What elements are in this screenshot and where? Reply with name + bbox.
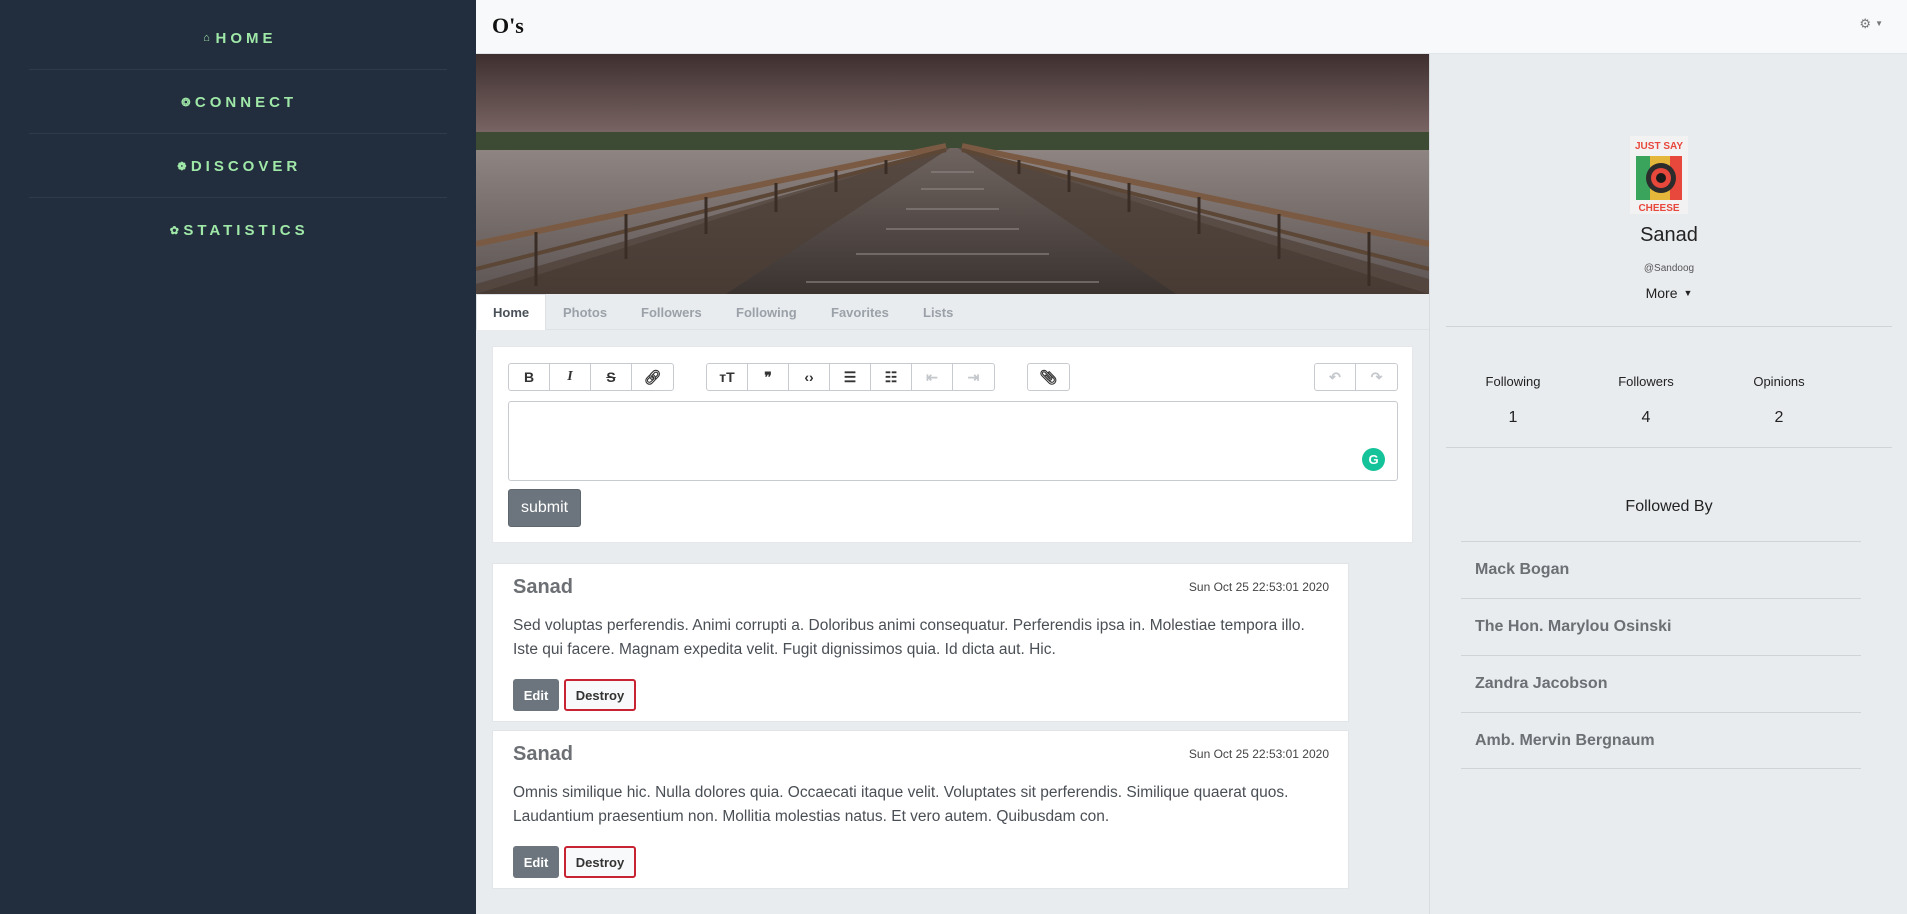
redo-button[interactable]: ↷ [1356, 364, 1397, 390]
bullet-list-button[interactable]: ☰ [830, 364, 871, 390]
profile-tabs: Home Photos Followers Following Favorite… [476, 294, 1429, 330]
bold-button[interactable]: B [509, 364, 550, 390]
statistics-icon: ✿ [169, 225, 179, 237]
edit-button[interactable]: Edit [513, 846, 559, 878]
edit-button[interactable]: Edit [513, 679, 559, 711]
submit-button[interactable]: submit [508, 489, 581, 527]
sidebar-item-label: STATISTICS [183, 222, 309, 239]
heading-button[interactable]: тT [707, 364, 748, 390]
tab-lists[interactable]: Lists [923, 294, 953, 330]
more-dropdown[interactable]: More ▼ [1430, 285, 1907, 301]
bullet-list-icon: ☰ [843, 368, 857, 385]
profile-panel: JUST SAY CHEESE Sanad @Sandoog More ▼ Fol… [1429, 54, 1907, 914]
grammarly-icon[interactable]: G [1362, 448, 1385, 471]
discover-icon: ❁ [177, 160, 187, 173]
stat-label: Following [1485, 374, 1541, 389]
home-icon: ⌂ [203, 32, 210, 44]
post-date: Sun Oct 25 22:53:01 2020 [1188, 580, 1329, 594]
top-navbar: O's ⚙ ▼ [476, 0, 1907, 54]
code-button[interactable]: ‹› [789, 364, 830, 390]
code-icon: ‹› [804, 369, 814, 385]
outdent-icon: ⇤ [926, 368, 938, 385]
heading-icon: тT [719, 369, 735, 385]
post-card: Sanad Sun Oct 25 22:53:01 2020 Omnis sim… [492, 730, 1349, 889]
post-textarea[interactable]: G [508, 401, 1398, 481]
sidebar-item-discover[interactable]: ❁ DISCOVER [29, 135, 447, 198]
stat-following[interactable]: Following 1 [1447, 374, 1579, 427]
avatar-text-top: JUST SAY [1635, 141, 1683, 152]
quote-button[interactable]: ❞ [748, 364, 789, 390]
more-label: More [1645, 285, 1678, 301]
tab-following[interactable]: Following [736, 294, 797, 330]
tab-home[interactable]: Home [476, 294, 547, 330]
sidebar-item-statistics[interactable]: ✿ STATISTICS [29, 199, 447, 262]
paperclip-icon: 📎︎ [1039, 368, 1058, 385]
attach-toolbar-group: 📎︎ [1027, 363, 1070, 391]
avatar: JUST SAY CHEESE [1630, 136, 1688, 214]
follower-item[interactable]: Zandra Jacobson [1461, 655, 1861, 712]
post-editor: B I S 🔗︎ тT ❞ ‹› ☰ ☷ ⇤ ⇥ 📎︎ ↶ ↷ G submit [492, 346, 1413, 543]
sidebar: ⌂ HOME ❂ CONNECT ❁ DISCOVER ✿ STATISTICS [0, 0, 476, 914]
post-body: Sed voluptas perferendis. Animi corrupti… [513, 617, 1305, 658]
post-author[interactable]: Sanad [513, 743, 573, 766]
link-icon: 🔗︎ [643, 368, 662, 385]
cover-photo [476, 54, 1429, 294]
sidebar-item-label: DISCOVER [190, 157, 302, 175]
tab-photos[interactable]: Photos [563, 294, 607, 330]
format-toolbar-group: B I S 🔗︎ [508, 363, 674, 391]
strikethrough-button[interactable]: S [591, 364, 632, 390]
connect-icon: ❂ [181, 96, 191, 109]
link-button[interactable]: 🔗︎ [632, 364, 673, 390]
sidebar-item-connect[interactable]: ❂ CONNECT [29, 71, 447, 134]
tab-followers[interactable]: Followers [641, 294, 702, 330]
stat-label: Followers [1618, 374, 1674, 389]
stat-label: Opinions [1753, 374, 1805, 389]
outdent-button[interactable]: ⇤ [912, 364, 953, 390]
destroy-button[interactable]: Destroy [564, 846, 636, 878]
post-card: Sanad Sun Oct 25 22:53:01 2020 Sed volup… [492, 563, 1349, 722]
stat-opinions[interactable]: Opinions 2 [1713, 374, 1845, 427]
follower-item[interactable]: Amb. Mervin Bergnaum [1461, 712, 1861, 769]
stat-followers[interactable]: Followers 4 [1580, 374, 1712, 427]
post-body: Omnis similique hic. Nulla dolores quia.… [513, 784, 1289, 825]
caret-down-icon: ▼ [1875, 19, 1883, 28]
sidebar-item-label: HOME [215, 29, 277, 47]
profile-handle: @Sandoog [1643, 263, 1695, 274]
italic-button[interactable]: I [550, 364, 591, 390]
followed-by-title: Followed By [1625, 498, 1713, 515]
follower-item[interactable]: Mack Bogan [1461, 541, 1861, 598]
bridge-image [476, 54, 1429, 294]
gear-icon: ⚙ [1859, 16, 1872, 31]
undo-icon: ↶ [1329, 368, 1341, 385]
caret-down-icon: ▼ [1683, 288, 1693, 298]
indent-icon: ⇥ [967, 368, 980, 385]
sidebar-item-home[interactable]: ⌂ HOME [29, 7, 447, 70]
brand-logo[interactable]: O's [492, 13, 524, 39]
sidebar-item-label: CONNECT [194, 93, 298, 111]
tab-favorites[interactable]: Favorites [831, 294, 889, 330]
stat-value: 2 [1774, 409, 1784, 426]
numbered-list-button[interactable]: ☷ [871, 364, 912, 390]
avatar-text-bottom: CHEESE [1638, 203, 1679, 214]
numbered-list-icon: ☷ [884, 368, 898, 385]
stat-value: 1 [1508, 409, 1518, 426]
stat-value: 4 [1641, 409, 1651, 426]
divider [1446, 326, 1892, 327]
settings-dropdown[interactable]: ⚙ ▼ [1859, 16, 1883, 32]
divider [1446, 447, 1892, 448]
quote-icon: ❞ [764, 368, 772, 385]
post-date: Sun Oct 25 22:53:01 2020 [1188, 747, 1329, 761]
post-author[interactable]: Sanad [513, 576, 573, 599]
undo-button[interactable]: ↶ [1315, 364, 1356, 390]
destroy-button[interactable]: Destroy [564, 679, 636, 711]
block-toolbar-group: тT ❞ ‹› ☰ ☷ ⇤ ⇥ [706, 363, 995, 391]
history-toolbar-group: ↶ ↷ [1314, 363, 1398, 391]
indent-button[interactable]: ⇥ [953, 364, 994, 390]
redo-icon: ↷ [1370, 368, 1383, 385]
follower-item[interactable]: The Hon. Marylou Osinski [1461, 598, 1861, 655]
profile-name: Sanad [1640, 224, 1698, 246]
attach-button[interactable]: 📎︎ [1028, 364, 1069, 390]
